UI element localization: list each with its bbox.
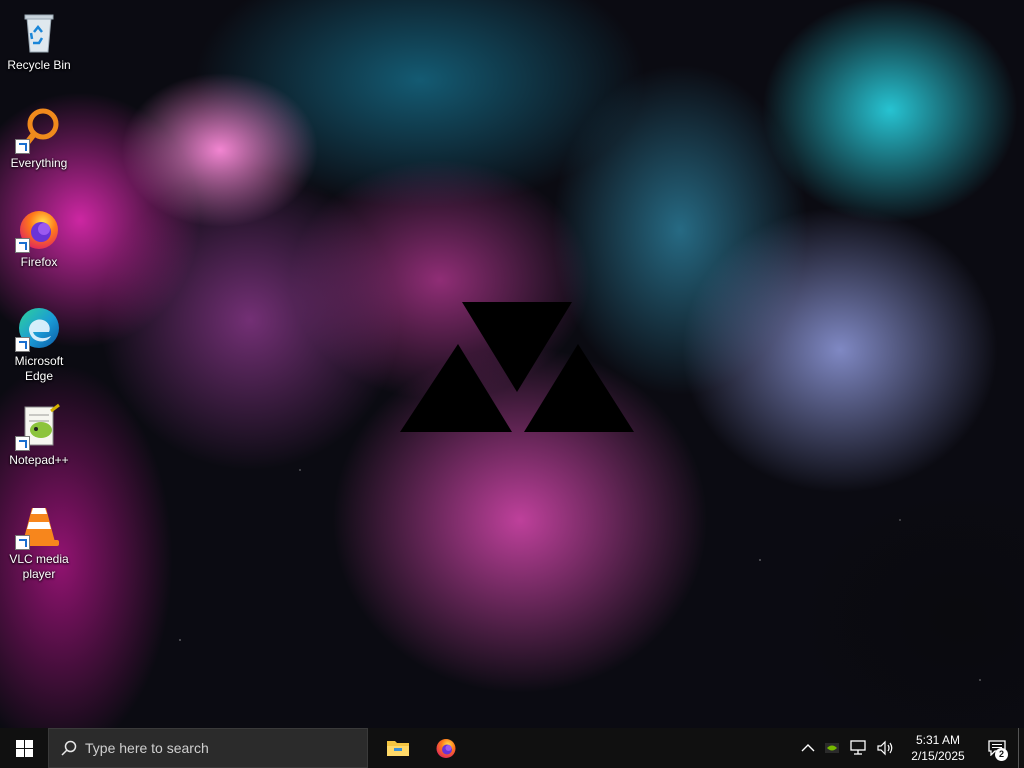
- desktop-icon-firefox[interactable]: Firefox: [2, 205, 76, 270]
- system-tray: 5:31 AM 2/15/2025 2: [796, 728, 1024, 768]
- desktop-icon-microsoft-edge[interactable]: Microsoft Edge: [2, 304, 76, 384]
- notification-count-badge: 2: [995, 748, 1008, 761]
- windows-logo-icon: [15, 739, 33, 757]
- desktop-icon-notepad-plus-plus[interactable]: Notepad++: [2, 403, 76, 468]
- show-hidden-icons-button[interactable]: [796, 728, 820, 768]
- shortcut-arrow-icon: [15, 535, 30, 550]
- shortcut-arrow-icon: [15, 238, 30, 253]
- start-button[interactable]: [0, 728, 48, 768]
- recycle-bin-icon: [15, 8, 63, 56]
- desktop-icon-vlc[interactable]: VLC media player: [2, 502, 76, 582]
- shortcut-arrow-icon: [15, 139, 30, 154]
- clock-date: 2/15/2025: [911, 749, 965, 763]
- edge-icon: [15, 304, 63, 352]
- desktop[interactable]: Recycle Bin Everything Firefox Microsoft…: [0, 0, 1024, 728]
- search-placeholder: Type here to search: [85, 740, 209, 756]
- show-desktop-button[interactable]: [1018, 728, 1024, 768]
- volume-icon: [877, 740, 893, 756]
- desktop-icon-label: Recycle Bin: [7, 58, 71, 72]
- network-tray-button[interactable]: [844, 728, 872, 768]
- volume-tray-button[interactable]: [872, 728, 900, 768]
- desktop-icon-label: Firefox: [20, 255, 58, 269]
- desktop-icon-label: Notepad++: [9, 453, 69, 467]
- firefox-icon: [436, 739, 456, 758]
- search-icon: [61, 740, 77, 756]
- network-icon: [850, 740, 866, 755]
- everything-search-icon: [15, 106, 63, 154]
- vlc-icon: [15, 502, 63, 550]
- taskbar-file-explorer[interactable]: [374, 728, 422, 768]
- action-center-button[interactable]: 2: [976, 728, 1018, 768]
- firefox-icon: [15, 205, 63, 253]
- notepad-plus-plus-icon: [15, 403, 63, 451]
- desktop-icon-label: Microsoft Edge: [14, 354, 64, 383]
- chevron-up-icon: [801, 744, 815, 752]
- nvidia-tray-button[interactable]: [820, 728, 844, 768]
- clock-time: 5:31 AM: [915, 733, 961, 747]
- file-explorer-icon: [387, 741, 409, 756]
- shortcut-arrow-icon: [15, 436, 30, 451]
- desktop-icon-label: Everything: [10, 156, 68, 170]
- taskbar-clock[interactable]: 5:31 AM 2/15/2025: [900, 732, 976, 764]
- taskbar-search-box[interactable]: Type here to search: [48, 728, 368, 768]
- desktop-icon-everything[interactable]: Everything: [2, 106, 76, 171]
- nvidia-icon: [825, 743, 839, 753]
- taskbar-firefox[interactable]: [422, 728, 470, 768]
- shortcut-arrow-icon: [15, 337, 30, 352]
- taskbar: Type here to search 5:31 AM 2/15/2025 2: [0, 728, 1024, 768]
- wallpaper-triangle-logo: [400, 302, 634, 432]
- desktop-icon-recycle-bin[interactable]: Recycle Bin: [2, 8, 76, 73]
- desktop-icon-label: VLC media player: [9, 552, 69, 581]
